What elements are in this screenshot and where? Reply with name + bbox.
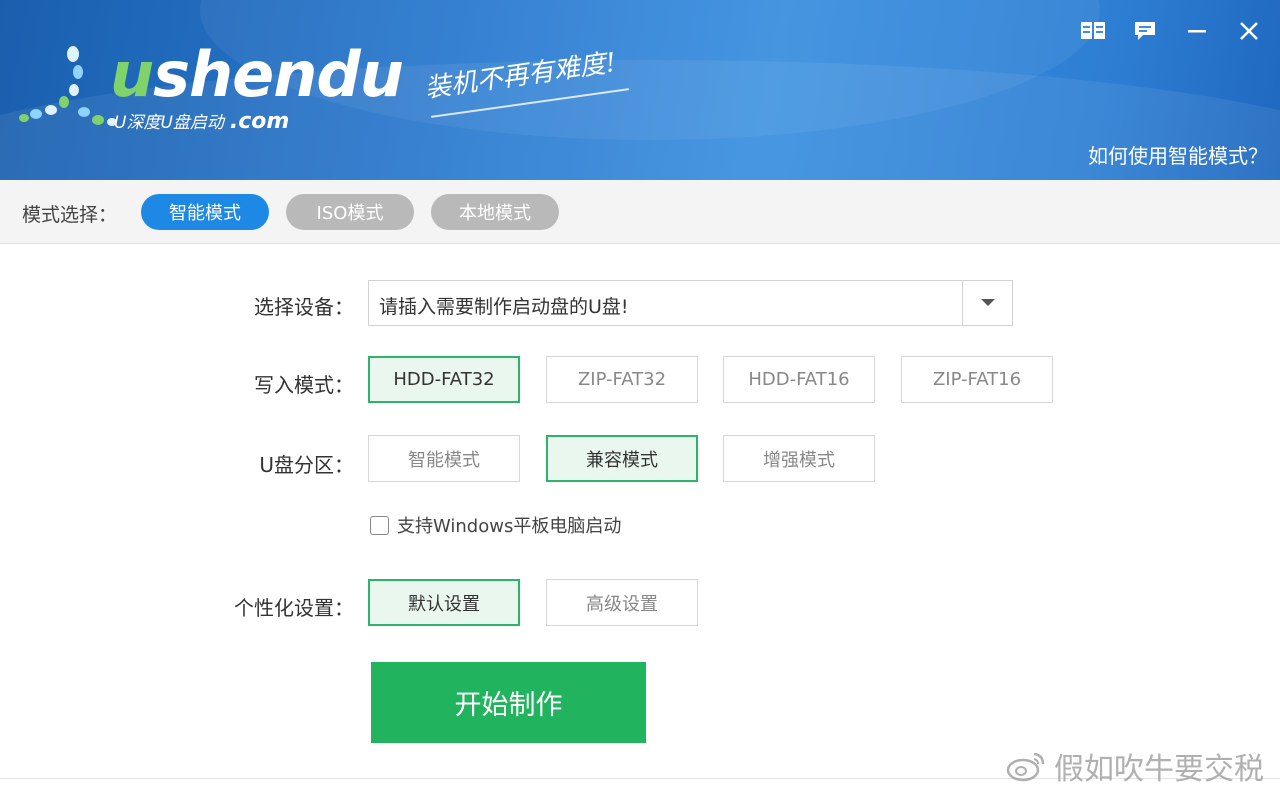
personal-default[interactable]: 默认设置 bbox=[368, 579, 520, 626]
personal-advanced[interactable]: 高级设置 bbox=[546, 579, 698, 626]
weibo-icon bbox=[1006, 752, 1045, 782]
personal-settings-label: 个性化设置： bbox=[234, 596, 354, 620]
logo-subtitle: U深度U盘启动 .com bbox=[114, 108, 289, 134]
start-button[interactable]: 开始制作 bbox=[371, 662, 646, 743]
partition-label: U盘分区： bbox=[259, 453, 354, 477]
book-icon[interactable] bbox=[1076, 14, 1110, 48]
tablet-boot-checkbox[interactable] bbox=[370, 515, 389, 535]
partition-enhanced[interactable]: 增强模式 bbox=[723, 435, 875, 482]
write-mode-zip-fat16[interactable]: ZIP-FAT16 bbox=[901, 356, 1053, 403]
tablet-boot-checkbox-label[interactable]: 支持Windows平板电脑启动 bbox=[397, 512, 621, 538]
partition-compatible[interactable]: 兼容模式 bbox=[546, 435, 698, 482]
mode-tab-smart[interactable]: 智能模式 bbox=[141, 194, 269, 230]
mode-tab-iso[interactable]: ISO模式 bbox=[286, 194, 414, 230]
logo-subtitle-text: U深度U盘启动 bbox=[114, 113, 224, 133]
watermark-text: 假如吹牛要交税 bbox=[1054, 752, 1264, 787]
mode-tab-local[interactable]: 本地模式 bbox=[431, 194, 559, 230]
partition-smart[interactable]: 智能模式 bbox=[368, 435, 520, 482]
feedback-icon[interactable] bbox=[1128, 14, 1162, 48]
write-mode-hdd-fat32[interactable]: HDD-FAT32 bbox=[368, 356, 520, 403]
minimize-icon[interactable] bbox=[1180, 14, 1214, 48]
logo-dots-icon bbox=[19, 46, 117, 126]
device-dropdown-button[interactable] bbox=[962, 281, 1012, 325]
write-mode-label: 写入模式： bbox=[254, 373, 354, 397]
device-select[interactable]: 请插入需要制作启动盘的U盘! bbox=[368, 280, 1013, 326]
chevron-down-icon bbox=[980, 299, 995, 306]
logo-wordmark: ushendu bbox=[110, 38, 404, 111]
watermark: 假如吹牛要交税 bbox=[1006, 744, 1264, 788]
device-select-value: 请插入需要制作启动盘的U盘! bbox=[379, 296, 629, 318]
write-mode-hdd-fat16[interactable]: HDD-FAT16 bbox=[723, 356, 875, 403]
tablet-boot-checkbox-row[interactable]: 支持Windows平板电脑启动 bbox=[370, 512, 621, 538]
help-link[interactable]: 如何使用智能模式？ bbox=[1088, 140, 1268, 169]
logo-domain: .com bbox=[229, 109, 290, 134]
header-banner: ushendu U深度U盘启动 .com 装机不再有难度! 如何使用智能模式？ bbox=[0, 0, 1280, 180]
mode-bar: 模式选择： 智能模式 ISO模式 本地模式 bbox=[0, 180, 1280, 244]
device-label: 选择设备： bbox=[254, 295, 354, 319]
close-icon[interactable] bbox=[1232, 14, 1266, 48]
window-controls bbox=[1076, 14, 1266, 48]
write-mode-zip-fat32[interactable]: ZIP-FAT32 bbox=[546, 356, 698, 403]
app-logo: ushendu U深度U盘启动 .com bbox=[18, 40, 404, 135]
mode-bar-label: 模式选择： bbox=[22, 204, 118, 226]
